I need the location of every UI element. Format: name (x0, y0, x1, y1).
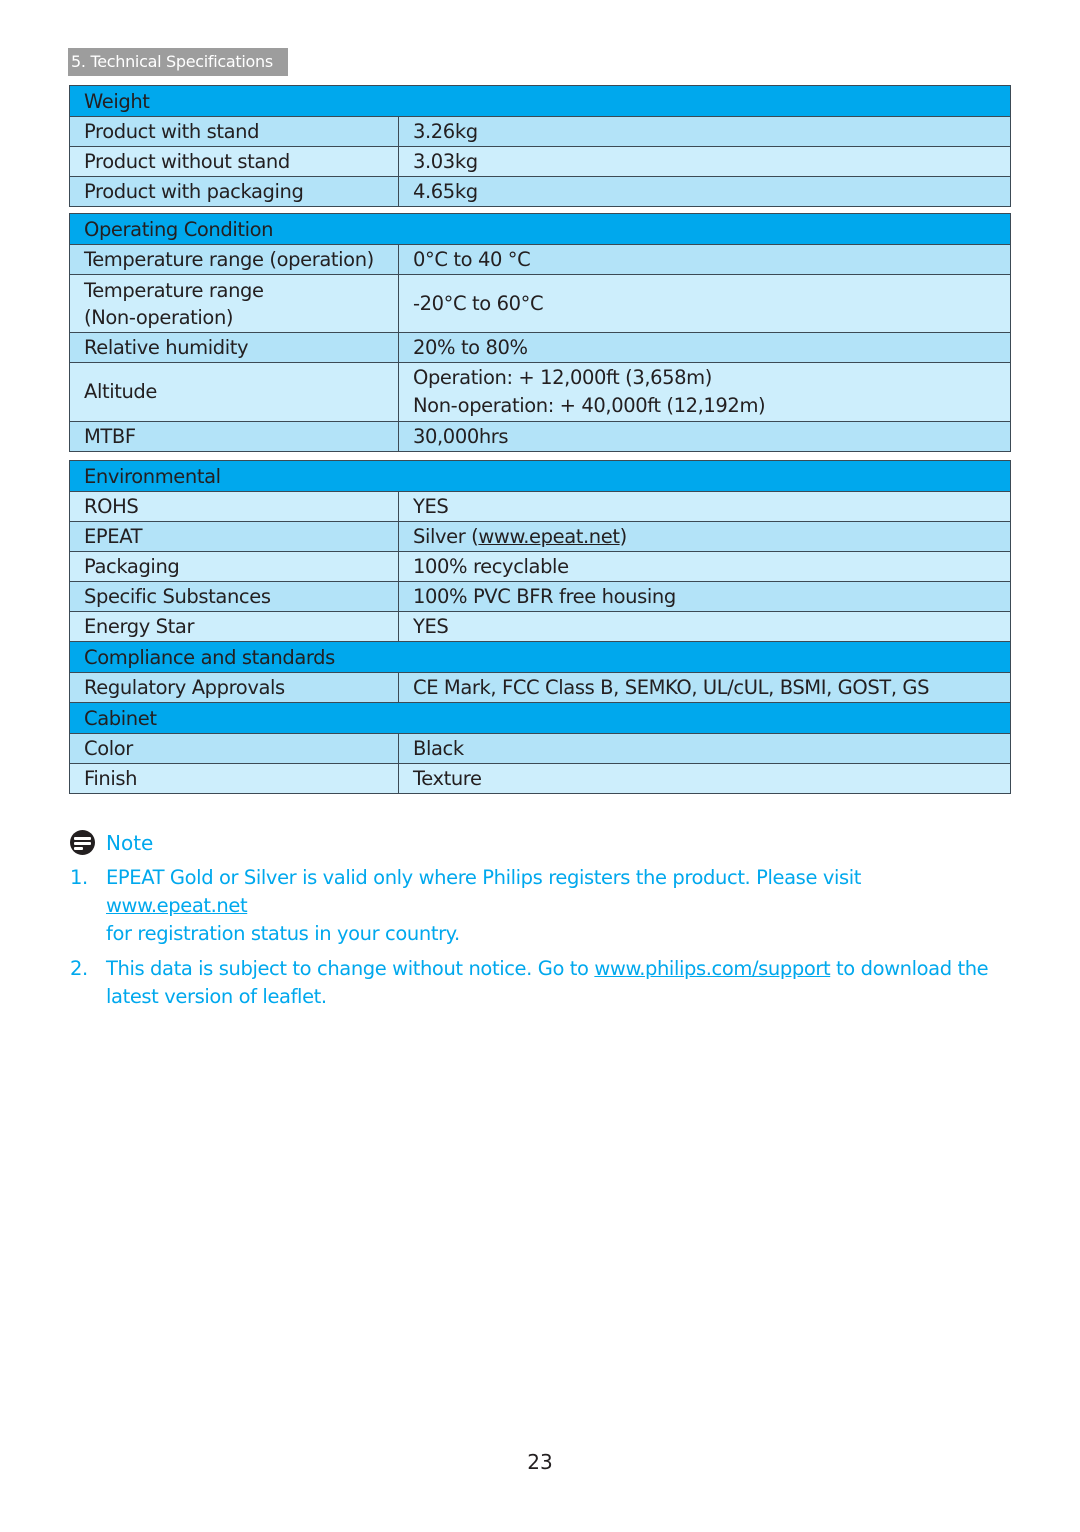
spec-value: Silver (www.epeat.net) (398, 521, 1011, 552)
spec-label: EPEAT (69, 521, 399, 552)
spec-label: Temperature range (operation) (69, 244, 399, 275)
table-header-row: Compliance and standards (69, 641, 1011, 673)
notes-list: 1. EPEAT Gold or Silver is valid only wh… (70, 864, 1000, 1018)
philips-support-link[interactable]: www.philips.com/support (594, 957, 830, 980)
spec-label: Altitude (69, 362, 399, 422)
spec-label: ROHS (69, 491, 399, 522)
spec-value: 20% to 80% (398, 332, 1011, 363)
spec-value-line: Non-operation: + 40,000ft (12,192m) (413, 394, 766, 417)
table-row: Altitude Operation: + 12,000ft (3,658m) … (69, 362, 1011, 422)
spec-value: -20°C to 60°C (398, 274, 1011, 333)
epeat-note-link[interactable]: www.epeat.net (106, 894, 248, 917)
note-item: 1. EPEAT Gold or Silver is valid only wh… (70, 864, 1000, 948)
spec-value-line: Operation: + 12,000ft (3,658m) (413, 366, 712, 389)
operating-condition-table: Operating Condition Temperature range (o… (69, 213, 1011, 452)
spec-value: Black (398, 733, 1011, 764)
spec-value: 100% PVC BFR free housing (398, 581, 1011, 612)
table-row: Color Black (69, 733, 1011, 764)
table-row: ROHS YES (69, 491, 1011, 522)
table-row: Specific Substances 100% PVC BFR free ho… (69, 581, 1011, 612)
table-row: Packaging 100% recyclable (69, 551, 1011, 582)
spec-value: 30,000hrs (398, 421, 1011, 452)
table-row: Temperature range (Non-operation) -20°C … (69, 274, 1011, 333)
note-text-line: EPEAT Gold or Silver is valid only where… (106, 866, 862, 889)
table-title: Operating Condition (69, 213, 1011, 245)
table-row: Product with stand 3.26kg (69, 116, 1012, 147)
note-item: 2. This data is subject to change withou… (70, 955, 1000, 1011)
note-number: 1. (70, 866, 88, 889)
spec-value: 4.65kg (397, 176, 1012, 207)
spec-value: YES (398, 491, 1011, 522)
table-header-row: Operating Condition (69, 213, 1011, 245)
spec-label: Energy Star (69, 611, 399, 642)
note-heading: Note (70, 830, 153, 855)
table-title: Environmental (69, 460, 1011, 492)
spec-label: Specific Substances (69, 581, 399, 612)
table-row: Product without stand 3.03kg (69, 146, 1012, 177)
spec-label: Relative humidity (69, 332, 399, 363)
spec-label: MTBF (69, 421, 399, 452)
note-icon (70, 830, 95, 855)
note-label: Note (106, 830, 154, 855)
spec-label: Product with stand (69, 116, 399, 147)
table-row: Product with packaging 4.65kg (69, 176, 1012, 207)
note-text: This data is subject to change without n… (106, 955, 989, 1011)
table-row: Relative humidity 20% to 80% (69, 332, 1011, 363)
note-text-line: This data is subject to change without n… (106, 957, 595, 980)
table-header-row: Cabinet (69, 702, 1011, 734)
table-header-row: Environmental (69, 460, 1011, 492)
table-row: Energy Star YES (69, 611, 1011, 642)
table-row: MTBF 30,000hrs (69, 421, 1011, 452)
spec-value: CE Mark, FCC Class B, SEMKO, UL/cUL, BSM… (398, 672, 1011, 703)
spec-label: Product with packaging (69, 176, 399, 207)
spec-value: 0°C to 40 °C (398, 244, 1011, 275)
table-title: Cabinet (69, 702, 1011, 734)
table-row: Temperature range (operation) 0°C to 40 … (69, 244, 1011, 275)
spec-label: Color (69, 733, 399, 764)
table-row: EPEAT Silver (www.epeat.net) (69, 521, 1011, 552)
section-tag: 5. Technical Specifications (68, 48, 288, 76)
spec-value: YES (398, 611, 1011, 642)
spec-label: Finish (69, 763, 399, 794)
spec-value: Texture (398, 763, 1011, 794)
spec-value-prefix: Silver ( (413, 525, 479, 548)
spec-label-line: (Non-operation) (84, 305, 234, 329)
spec-value: 3.26kg (397, 116, 1012, 147)
table-row: Finish Texture (69, 763, 1011, 794)
spec-value: 100% recyclable (398, 551, 1011, 582)
table-title: Weight (68, 85, 1012, 117)
table-title: Compliance and standards (69, 641, 1011, 673)
environmental-table: Environmental ROHS YES EPEAT Silver (www… (69, 460, 1011, 794)
spec-value: 3.03kg (397, 146, 1012, 177)
spec-value-suffix: ) (619, 525, 628, 548)
spec-label: Temperature range (Non-operation) (69, 274, 399, 333)
spec-value: Operation: + 12,000ft (3,658m) Non-opera… (398, 362, 1011, 422)
note-text-line: to download the (830, 957, 989, 980)
spec-label: Packaging (69, 551, 399, 582)
spec-label-line: Temperature range (84, 278, 264, 302)
table-header-row: Weight (68, 85, 1012, 117)
page-number: 23 (527, 1450, 553, 1474)
note-number: 2. (70, 957, 88, 980)
note-text-line: latest version of leaflet. (106, 985, 327, 1008)
note-text-line: for registration status in your country. (106, 922, 460, 945)
spec-label: Product without stand (69, 146, 399, 177)
note-text: EPEAT Gold or Silver is valid only where… (106, 864, 1000, 948)
weight-table: Weight Product with stand 3.26kg Product… (68, 85, 1012, 207)
spec-label: Regulatory Approvals (69, 672, 399, 703)
epeat-link[interactable]: www.epeat.net (478, 525, 620, 548)
table-row: Regulatory Approvals CE Mark, FCC Class … (69, 672, 1011, 703)
